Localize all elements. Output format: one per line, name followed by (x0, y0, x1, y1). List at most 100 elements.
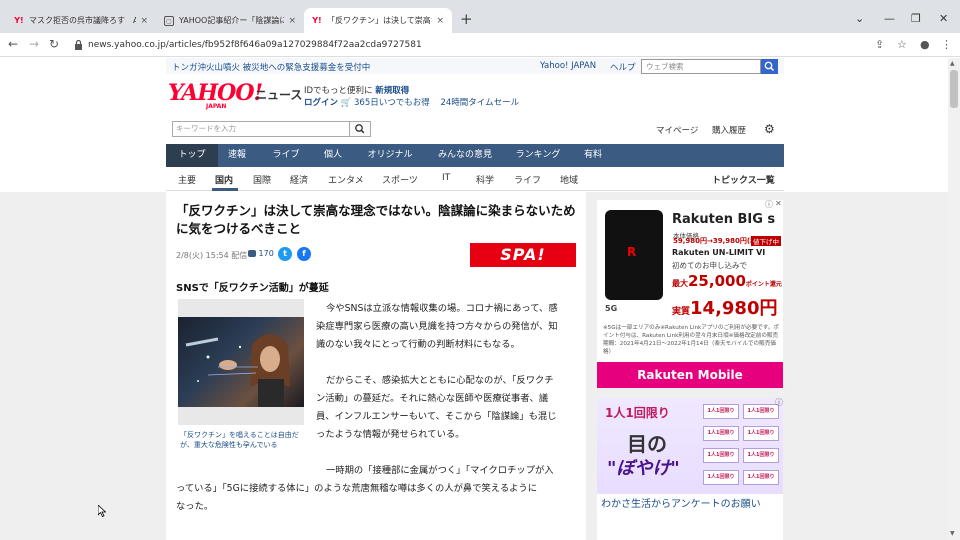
cat-region[interactable]: 地域 (560, 173, 578, 186)
tab-label: YAHOO記事紹介ー「陰謀論に染 (179, 16, 285, 25)
purchase-history-link[interactable]: 購入履歴 (712, 124, 746, 136)
paragraph-3-line-2: っている」「5Gに接続する体に」のような荒唐無稽な噂は多くの人が鼻で笑えるように (176, 483, 538, 494)
nav-original[interactable]: オリジナル (362, 144, 418, 167)
scroll-down-arrow-icon[interactable]: ▼ (950, 530, 955, 537)
ad-info-icon[interactable]: ⓘ (765, 199, 773, 210)
cat-main[interactable]: 主要 (178, 173, 196, 186)
scroll-thumb[interactable] (950, 70, 958, 108)
news-wordmark: ニュース (255, 88, 303, 102)
bookmark-star-icon[interactable]: ☆ (897, 38, 907, 51)
wakasa-ad[interactable]: 1人1回限り 目の "ぼやけ" 1人1回限り 1人1回限り 1人1回限り 1人1… (597, 398, 783, 540)
facebook-share-icon[interactable]: f (297, 247, 311, 261)
nav-ranking[interactable]: ランキング (512, 144, 564, 167)
paragraph-2-line-1: だからこそ、感染拡大とともに心配なのが、「反ワクチ (326, 375, 554, 386)
cat-domestic[interactable]: 国内 (215, 173, 233, 186)
tab-search-icon[interactable]: ⌄ (855, 12, 864, 25)
comment-count-link[interactable]: 170 (248, 249, 274, 258)
comment-count: 170 (258, 249, 274, 258)
id-promo: IDでもっと便利に 新規取得 (304, 84, 409, 96)
ad-info-icon[interactable]: ⓘ (775, 397, 783, 408)
menu-icon[interactable]: ⋮ (941, 38, 952, 51)
ad-headline-limit: 1人1回限り (605, 406, 670, 420)
scroll-up-arrow-icon[interactable]: ▲ (950, 60, 955, 67)
phone-image: R (605, 210, 663, 300)
profile-icon[interactable]: ● (920, 38, 930, 51)
product-pill-7: 1人1回限り (703, 470, 739, 485)
article-headline: 「反ワクチン」は決して崇高な理念ではない。陰謀論に染まらないために気をつけるべき… (176, 203, 576, 236)
tab-close-icon[interactable]: × (288, 16, 296, 26)
nav-opinions[interactable]: みんなの意見 (432, 144, 498, 167)
discount-badge: 値下げ中 (751, 236, 781, 246)
points-offer: 最大25,000ポイント還元 (672, 272, 782, 290)
ad-close-icon[interactable]: ✕ (775, 199, 782, 208)
nav-breaking[interactable]: 速報 (222, 144, 252, 167)
yahoo-japan-link[interactable]: Yahoo! JAPAN (540, 61, 596, 71)
register-link[interactable]: 新規取得 (375, 86, 409, 96)
back-icon[interactable]: ← (8, 37, 18, 51)
cat-entertainment[interactable]: エンタメ (328, 173, 364, 186)
cat-sports[interactable]: スポーツ (382, 173, 418, 186)
paragraph-3-line-1: 一時期の「接種部に金属がつく」「マイクロチップが入 (326, 465, 554, 476)
paragraph-1-line-2: 染症専門家ら医療の高い見識を持つ方々からの発信が、知 (316, 321, 558, 332)
rakuten-mobile-banner[interactable]: Rakuten Mobile (597, 362, 783, 388)
gear-icon[interactable]: ⚙ (764, 122, 775, 136)
ad-link-text[interactable]: わかさ生活からアンケートのお願い (601, 498, 781, 512)
nav-individual[interactable]: 個人 (318, 144, 348, 167)
tab-label: 「反ワクチン」は決して崇高な理念で (327, 16, 432, 25)
cat-economy[interactable]: 経済 (290, 173, 308, 186)
tab-label: マスク拒否の呉市議降ろす AIRDO (29, 16, 137, 25)
cat-international[interactable]: 国際 (253, 173, 271, 186)
alert-link[interactable]: トンガ沖火山噴火 被災地への緊急支援募金を受付中 (172, 61, 370, 73)
tab-close-icon[interactable]: × (140, 16, 148, 26)
cat-it[interactable]: IT (442, 173, 450, 183)
restore-icon[interactable]: ❐ (911, 12, 921, 25)
mypage-link[interactable]: マイページ (656, 124, 698, 136)
yahoo-news-logo[interactable]: YAHOO! JAPAN ニュース (168, 82, 302, 110)
new-tab-button[interactable]: + (460, 12, 473, 27)
nav-top[interactable]: トップ (166, 144, 218, 167)
topics-list-link[interactable]: トピックス一覧 (712, 173, 775, 186)
share-icon[interactable]: ⇪ (875, 38, 884, 51)
keyword-search-button[interactable] (350, 121, 371, 137)
photo-caption: 「反ワクチン」を唱えることは自由だが、重大な危険性も孕んでいる (180, 431, 299, 449)
article-photo[interactable] (178, 299, 304, 425)
browser-tab-1[interactable]: Y! マスク拒否の呉市議降ろす AIRDO × (6, 8, 156, 33)
url-field[interactable]: news.yahoo.co.jp/articles/fb952f8f646a09… (70, 36, 870, 54)
browser-tab-3-active[interactable]: Y! 「反ワクチン」は決して崇高な理念で × (304, 8, 452, 33)
spa-source-logo[interactable]: SPA! (470, 243, 576, 267)
page-scrollbar[interactable]: ▲ ▼ (948, 58, 960, 540)
search-icon (764, 61, 775, 72)
close-window-icon[interactable]: ✕ (939, 12, 948, 25)
reload-icon[interactable]: ↻ (49, 37, 59, 51)
ad-headline-eye: 目の (627, 432, 667, 456)
cat-life[interactable]: ライフ (514, 173, 541, 186)
product-pill-5: 1人1回限り (703, 448, 739, 463)
mouse-cursor-icon (98, 505, 106, 517)
product-title: Rakuten BIG s (672, 212, 776, 227)
product-pill-3: 1人1回限り (703, 426, 739, 441)
minimize-icon[interactable]: — (884, 12, 895, 25)
web-search-input[interactable]: ウェブ検索 (641, 59, 761, 74)
keyword-search-input[interactable]: キーワードを入力 (172, 121, 350, 137)
forward-icon[interactable]: → (29, 37, 39, 51)
twitter-share-icon[interactable]: t (278, 247, 292, 261)
tab-close-icon[interactable]: × (436, 16, 444, 26)
cat-science[interactable]: 科学 (476, 173, 494, 186)
active-category-indicator (212, 188, 238, 191)
plan-name: Rakuten UN-LIMIT VI (672, 248, 766, 257)
section-heading: SNSで「反ワクチン活動」が蔓延 (176, 283, 329, 294)
japan-wordmark: JAPAN (206, 103, 227, 110)
rakuten-ad[interactable]: ⓘ ✕ R 5G Rakuten BIG s 本体価格 59,980円→39,9… (597, 199, 783, 388)
timesale-link[interactable]: 24時間タイムセール (440, 98, 519, 108)
points-suffix: ポイント還元 (745, 281, 782, 288)
login-link[interactable]: ログイン (304, 98, 338, 108)
web-page: トンガ沖火山噴火 被災地への緊急支援募金を受付中 Yahoo! JAPAN ヘル… (0, 58, 948, 540)
shop-link[interactable]: 365日いつでもお得 (354, 98, 430, 108)
web-search-button[interactable] (761, 59, 778, 74)
nav-paid[interactable]: 有料 (578, 144, 608, 167)
comment-icon (248, 250, 256, 257)
plan-subtitle: 初めてのお申し込みで (672, 261, 747, 270)
nav-live[interactable]: ライブ (268, 144, 304, 167)
help-link[interactable]: ヘルプ (610, 61, 636, 73)
browser-tab-2[interactable]: ▢ YAHOO記事紹介ー「陰謀論に染 × (156, 8, 304, 33)
